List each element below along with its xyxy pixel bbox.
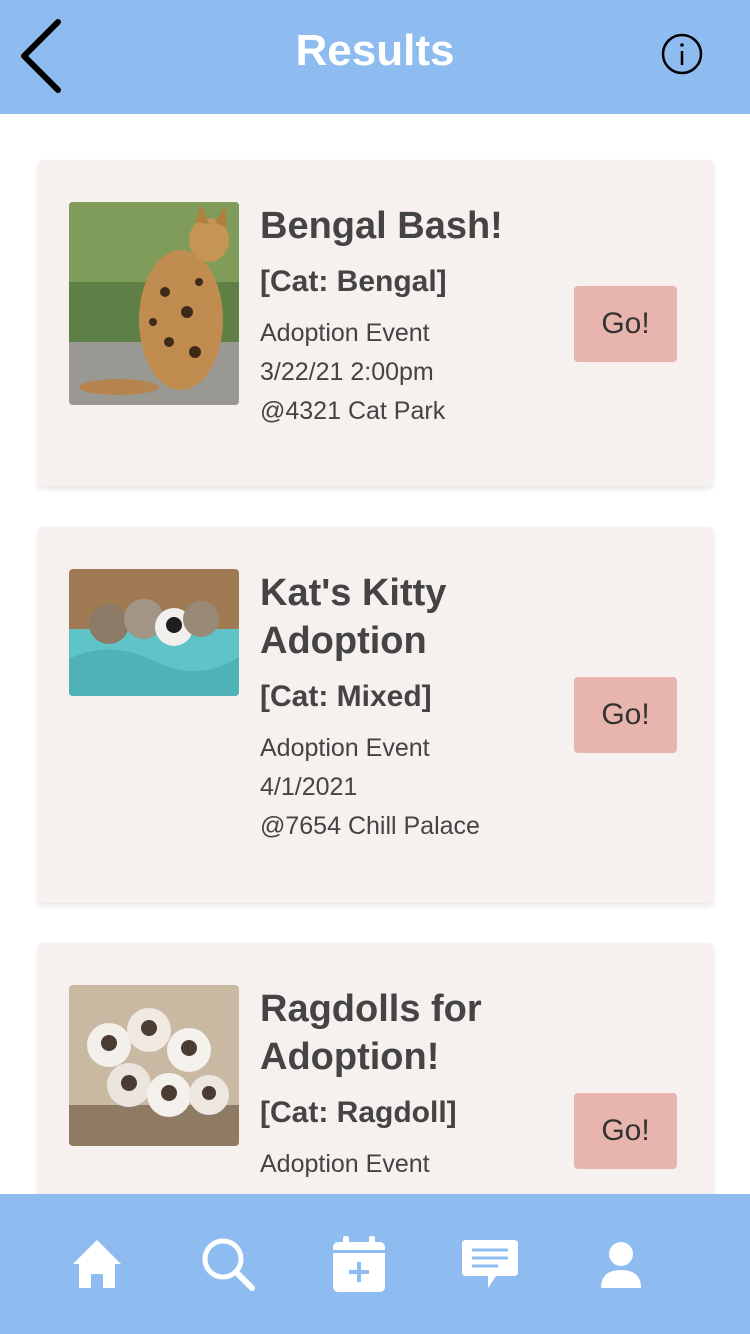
event-breed: [Cat: Ragdoll] <box>260 1096 457 1129</box>
event-title: Bengal Bash! <box>260 205 503 247</box>
event-details: Adoption Event <box>260 1145 560 1184</box>
bottom-tab-bar <box>0 1194 750 1334</box>
event-title: Kat's Kitty Adoption <box>260 572 447 662</box>
event-breed: [Cat: Bengal] <box>260 265 447 298</box>
home-icon[interactable] <box>67 1234 127 1294</box>
result-card: Bengal Bash! [Cat: Bengal] Adoption Even… <box>38 160 713 486</box>
user-icon[interactable] <box>591 1234 651 1294</box>
event-details: Adoption Event 3/22/21 2:00pm @4321 Cat … <box>260 314 560 431</box>
event-location: @4321 Cat Park <box>260 397 446 425</box>
event-type: Adoption Event <box>260 1150 430 1178</box>
go-button[interactable]: Go! <box>574 677 677 753</box>
result-card-text: Kat's Kitty Adoption [Cat: Mixed] Adopti… <box>260 569 560 846</box>
go-button[interactable]: Go! <box>574 286 677 362</box>
event-details: Adoption Event 4/1/2021 @7654 Chill Pala… <box>260 729 560 846</box>
info-circle-icon[interactable] <box>658 30 706 78</box>
event-date: 4/1/2021 <box>260 773 358 801</box>
event-type: Adoption Event <box>260 319 430 347</box>
go-button[interactable]: Go! <box>574 1093 677 1169</box>
page-title: Results <box>295 26 455 75</box>
calendar-add-icon[interactable] <box>329 1234 389 1294</box>
kittens-photo <box>69 569 239 696</box>
result-card: Kat's Kitty Adoption [Cat: Mixed] Adopti… <box>38 527 713 903</box>
bengal-cat-photo <box>69 202 239 405</box>
event-location: @7654 Chill Palace <box>260 812 480 840</box>
event-breed: [Cat: Mixed] <box>260 680 432 713</box>
search-icon[interactable] <box>198 1234 258 1294</box>
ragdoll-kittens-photo <box>69 985 239 1146</box>
result-card-text: Bengal Bash! [Cat: Bengal] Adoption Even… <box>260 202 560 431</box>
event-date: 3/22/21 2:00pm <box>260 358 434 386</box>
results-list: Bengal Bash! [Cat: Bengal] Adoption Even… <box>0 114 750 1194</box>
event-title: Ragdolls for Adoption! <box>260 988 482 1078</box>
chat-icon[interactable] <box>460 1234 520 1294</box>
result-card: Ragdolls for Adoption! [Cat: Ragdoll] Ad… <box>38 943 713 1194</box>
result-card-text: Ragdolls for Adoption! [Cat: Ragdoll] Ad… <box>260 985 560 1184</box>
event-type: Adoption Event <box>260 734 430 762</box>
top-bar: Results <box>0 0 750 114</box>
